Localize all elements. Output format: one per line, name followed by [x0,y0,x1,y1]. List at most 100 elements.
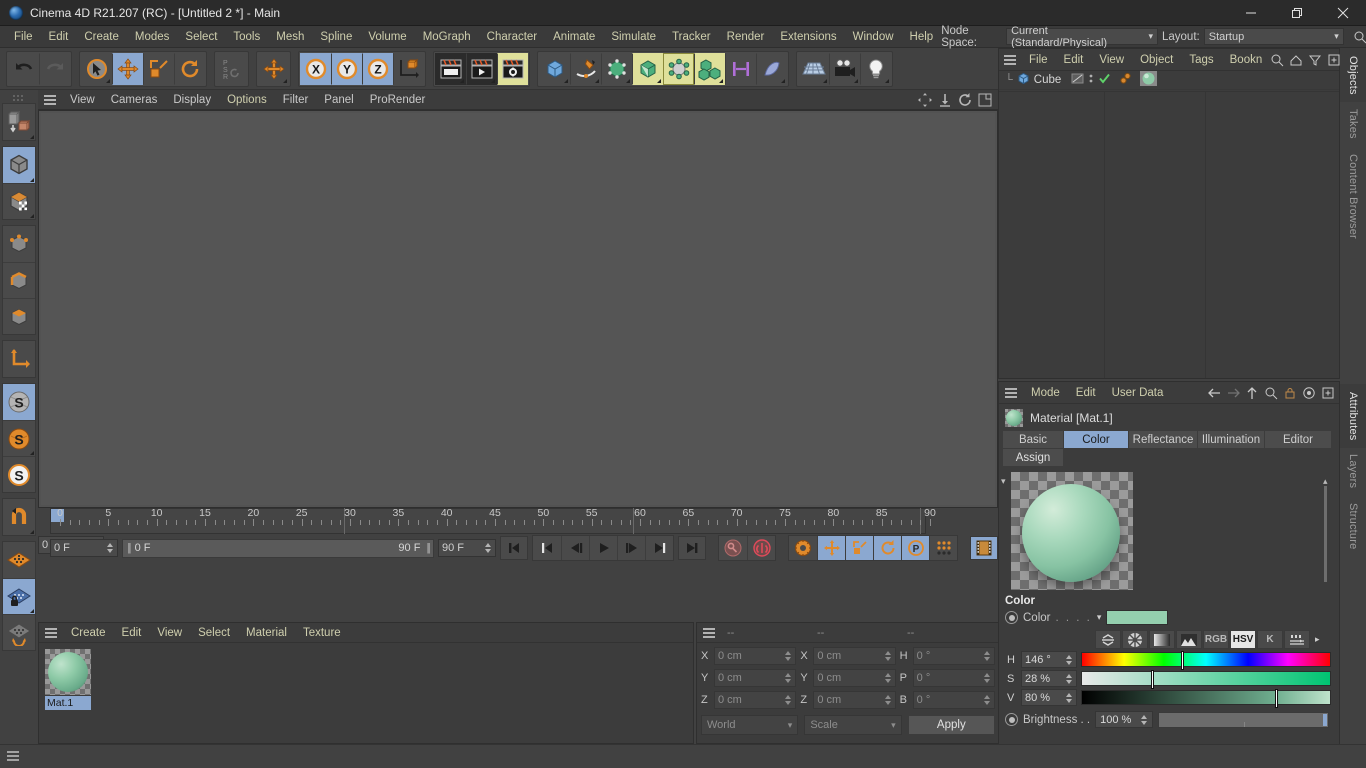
brightness-field[interactable]: 100 % [1095,711,1154,728]
make-editable-button[interactable] [3,104,35,140]
coordinate-system-button[interactable] [393,52,424,85]
color-picker-mode-button[interactable] [1095,630,1121,649]
home-icon[interactable] [1289,53,1303,67]
rot-h-field[interactable]: 0 ° [912,647,995,665]
next-key-button[interactable] [645,536,673,560]
menu-tools[interactable]: Tools [225,26,268,48]
timeline-view-button[interactable] [970,536,998,560]
visibility-dots-icon[interactable] [1088,72,1094,88]
color-spectrum-mode-button[interactable] [1176,630,1202,649]
material-tile[interactable]: Mat.1 [45,649,91,710]
menu-help[interactable]: Help [902,26,942,48]
viewport-menu-display[interactable]: Display [165,90,219,110]
rot-b-field[interactable]: 0 ° [912,691,995,709]
range-grip-right-icon[interactable]: ||| [426,542,430,554]
spinner-icon[interactable] [983,672,991,684]
viewport-menu-prorender[interactable]: ProRender [362,90,434,110]
undo-button[interactable] [8,52,39,85]
rgb-mode-button[interactable]: RGB [1203,630,1229,649]
saturation-slider[interactable] [1081,670,1331,689]
rotate-tool-button[interactable] [174,52,205,85]
objects-menu-edit[interactable]: Edit [1056,49,1092,71]
size-x-field[interactable]: 0 cm [813,647,896,665]
x-axis-lock-button[interactable]: X [300,52,331,85]
polygons-mode-button[interactable] [3,298,35,334]
texture-mode-button[interactable] [3,183,35,219]
objects-menu-object[interactable]: Object [1132,49,1181,71]
spinner-icon[interactable] [106,542,114,554]
add-deformer-button[interactable] [663,52,694,85]
attributes-menu-mode[interactable]: Mode [1023,382,1068,404]
material-menu-select[interactable]: Select [190,623,238,643]
transform-mode-select[interactable]: Scale ▾ [804,715,902,735]
add-light-button[interactable] [860,52,891,85]
goto-start-button-2[interactable] [533,536,561,560]
value-field[interactable]: 80 % [1021,689,1077,706]
filter-icon[interactable] [1308,53,1322,67]
add-generator-button[interactable] [601,52,632,85]
spinner-icon[interactable] [484,542,492,554]
redo-button[interactable] [39,52,70,85]
model-mode-button[interactable] [3,147,35,183]
add-field-button[interactable] [725,52,756,85]
menu-animate[interactable]: Animate [545,26,603,48]
menu-extensions[interactable]: Extensions [772,26,844,48]
rotate-icon[interactable] [958,92,972,107]
target-icon[interactable] [1302,386,1316,400]
viewport-menu-options[interactable]: Options [219,90,275,110]
material-menu-view[interactable]: View [149,623,190,643]
search-icon[interactable] [1264,386,1278,400]
hamburger-icon[interactable] [701,625,717,641]
render-view-button[interactable] [435,52,466,85]
search-icon[interactable] [1270,53,1284,67]
up-arrow-icon[interactable] [1245,386,1259,400]
enable-axis-button[interactable]: S [3,384,35,420]
viewport-menu-filter[interactable]: Filter [275,90,317,110]
lock-workplane-button[interactable] [3,578,35,614]
vtab-attributes[interactable]: Attributes [1340,384,1366,448]
assign-button[interactable]: Assign [1003,449,1063,466]
back-arrow-icon[interactable] [1207,386,1221,400]
timeline-range-bar[interactable]: ||| 0 F 90 F ||| [122,538,434,558]
spinner-icon[interactable] [884,694,892,706]
material-preview[interactable] [1011,472,1133,590]
material-menu-material[interactable]: Material [238,623,295,643]
psr-lock-button[interactable]: PSR [216,52,247,85]
saturation-field[interactable]: 28 % [1021,670,1077,687]
add-effector-button[interactable] [756,52,787,85]
material-tag-icon[interactable] [1140,71,1158,89]
value-knob[interactable] [1275,689,1279,708]
attributes-menu-edit[interactable]: Edit [1068,382,1104,404]
material-thumbnail[interactable] [45,649,91,695]
add-panel-icon[interactable] [1321,386,1335,400]
menu-modes[interactable]: Modes [127,26,178,48]
dolly-icon[interactable] [938,93,952,107]
workplane-button[interactable] [3,542,35,578]
vtab-structure[interactable]: Structure [1340,494,1366,558]
viewport-3d[interactable] [38,110,998,508]
material-menu-edit[interactable]: Edit [114,623,150,643]
menu-render[interactable]: Render [719,26,773,48]
menu-mograph[interactable]: MoGraph [415,26,479,48]
autokeying-button[interactable] [747,536,775,560]
pos-z-field[interactable]: 0 cm [714,691,797,709]
menu-tracker[interactable]: Tracker [664,26,719,48]
color-channel-toggle[interactable] [1005,611,1018,624]
tab-illumination[interactable]: Illumination [1198,431,1264,448]
spinner-icon[interactable] [784,694,792,706]
menu-create[interactable]: Create [76,26,127,48]
menu-select[interactable]: Select [177,26,225,48]
current-frame-field[interactable]: 0 F [50,539,118,557]
hamburger-icon[interactable] [43,625,59,641]
viewport-canvas[interactable] [41,113,995,505]
menu-spline[interactable]: Spline [312,26,360,48]
minimize-button[interactable] [1228,0,1274,26]
render-to-picture-viewer-button[interactable] [466,52,497,85]
go-to-start-button[interactable] [500,536,528,560]
scale-tool-button[interactable] [143,52,174,85]
viewport-menu-view[interactable]: View [62,90,103,110]
green-check-icon[interactable] [1098,72,1111,88]
add-floor-button[interactable] [798,52,829,85]
add-spline-button[interactable] [570,52,601,85]
apply-button[interactable]: Apply [907,715,995,735]
